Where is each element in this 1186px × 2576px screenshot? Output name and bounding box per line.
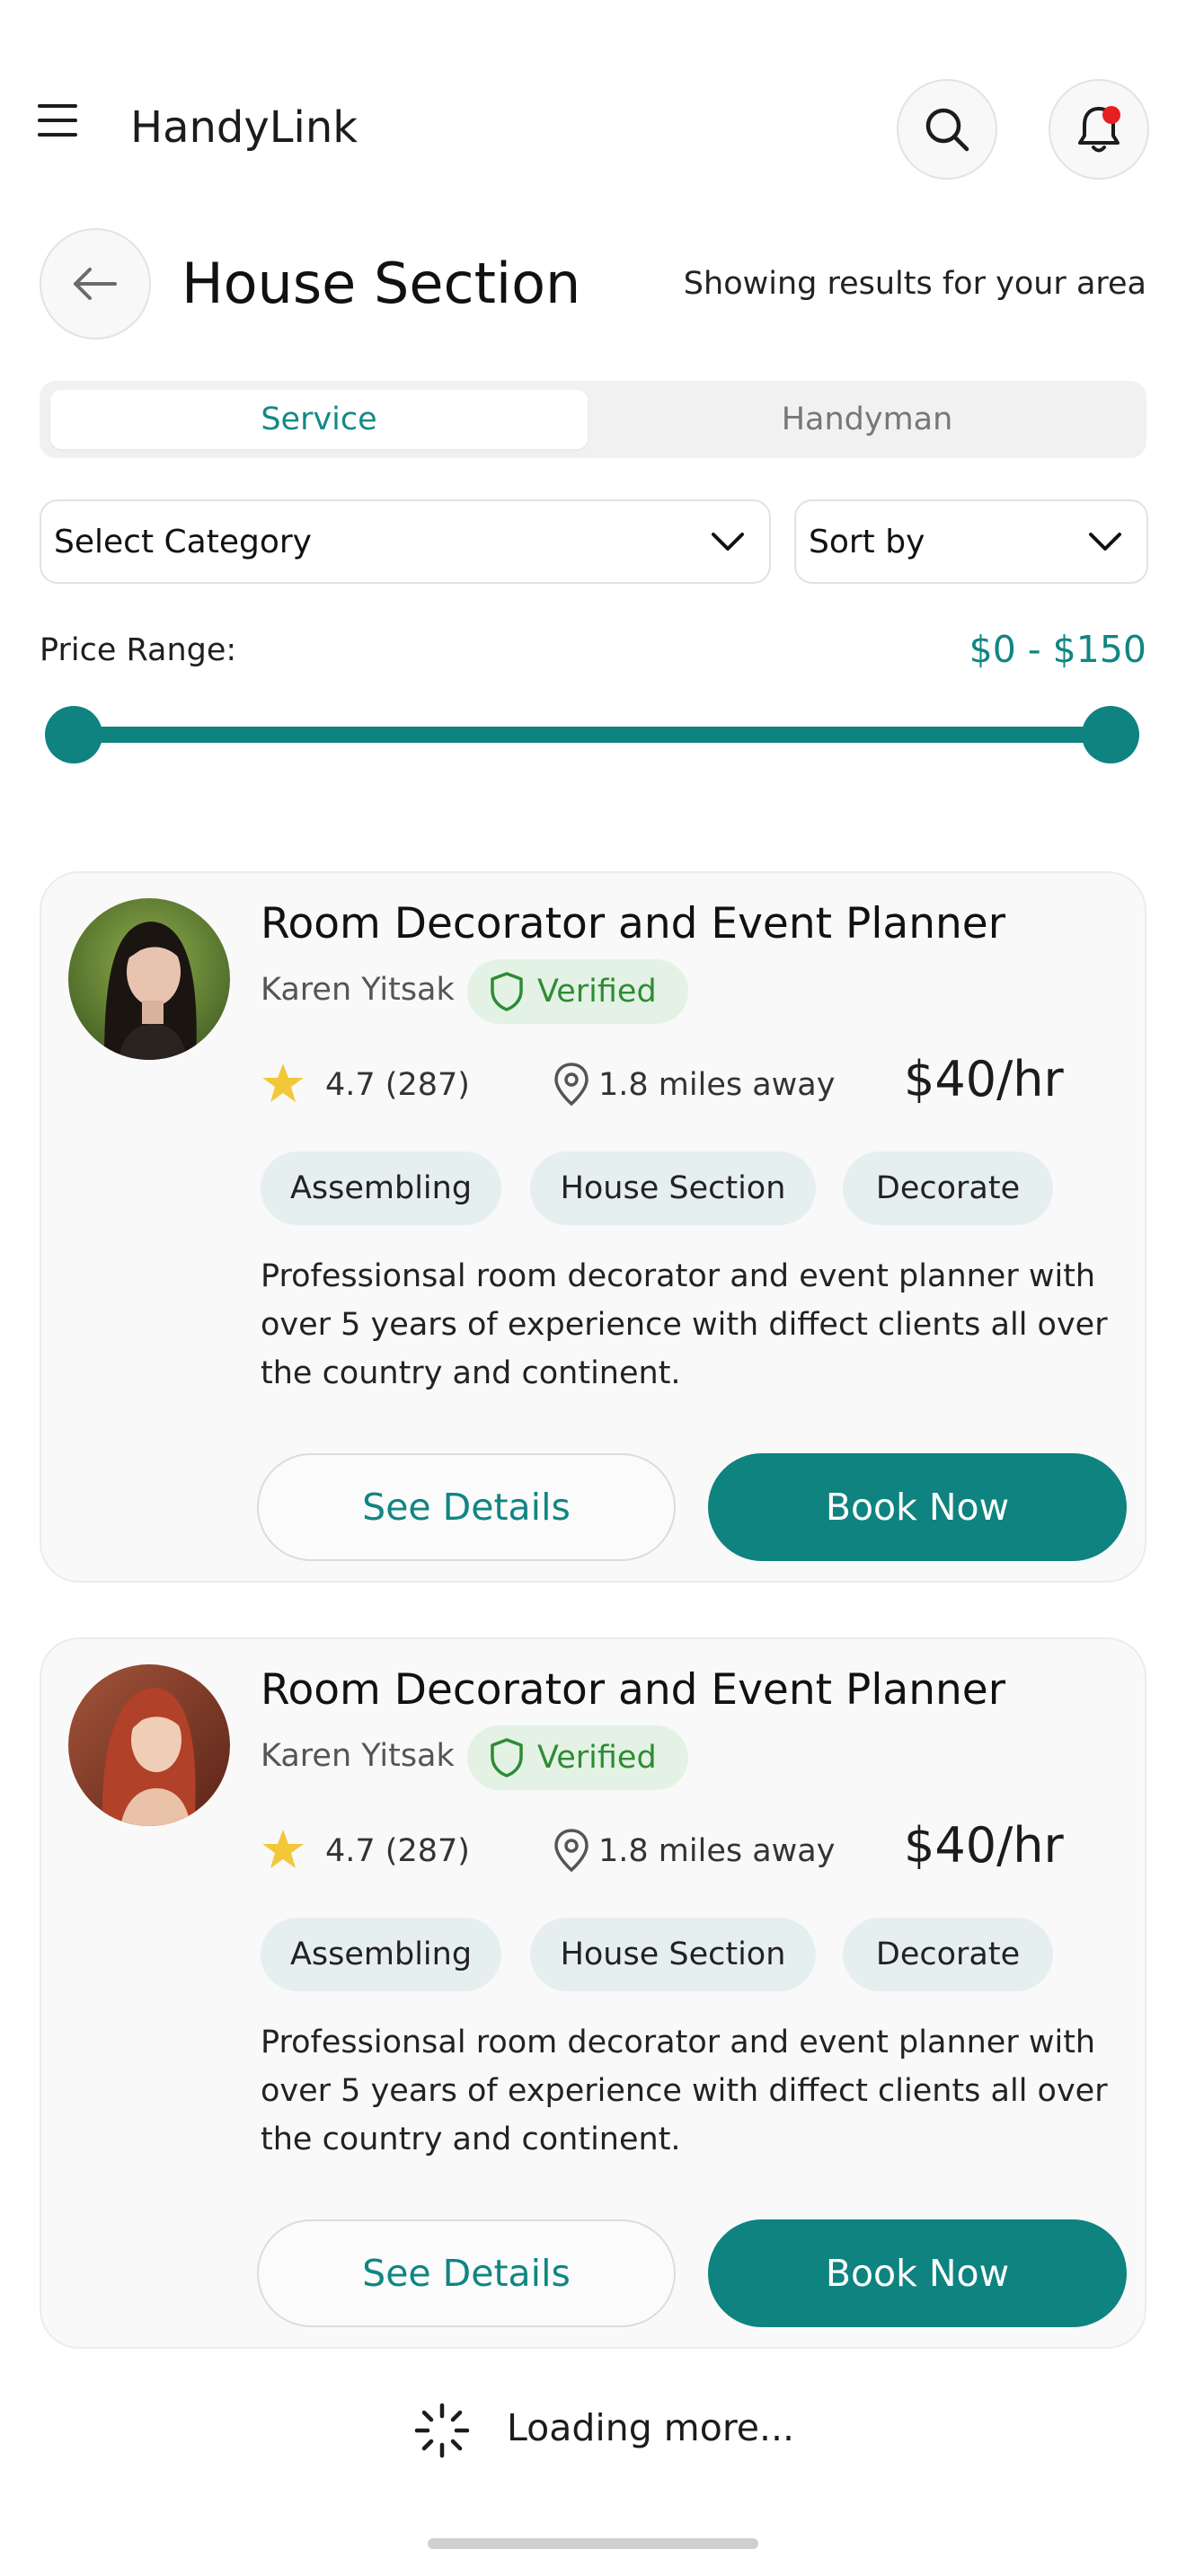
tag-chip[interactable]: Assembling: [261, 1151, 501, 1225]
location-pin-icon: [554, 1829, 589, 1873]
listing-card[interactable]: Room Decorator and Event Planner Karen Y…: [40, 1637, 1146, 2349]
search-icon: [925, 108, 969, 152]
chevron-down-icon: [1089, 533, 1121, 551]
tab-service[interactable]: Service: [50, 390, 588, 449]
price-max-handle[interactable]: [1082, 706, 1139, 763]
tag-chip[interactable]: House Section: [530, 1918, 816, 1991]
provider-name: Karen Yitsak: [261, 1738, 455, 1774]
price-min-handle[interactable]: [45, 706, 102, 763]
price-range-track[interactable]: [72, 727, 1111, 743]
loading-text: Loading more...: [507, 2406, 795, 2449]
category-select[interactable]: Select Category: [40, 499, 771, 584]
star-icon: [262, 1830, 304, 1868]
shield-icon: [491, 1738, 523, 1778]
notification-badge: [1102, 106, 1120, 124]
tag-chip[interactable]: Decorate: [843, 1151, 1053, 1225]
price-range-value: $0 - $150: [969, 628, 1146, 671]
star-icon: [262, 1063, 304, 1102]
category-select-value: Select Category: [54, 523, 312, 560]
app-title: HandyLink: [130, 102, 358, 153]
back-button[interactable]: [40, 228, 151, 340]
arrow-left-icon: [74, 268, 117, 300]
listing-title: Room Decorator and Event Planner: [261, 899, 1006, 948]
distance-text: 1.8 miles away: [598, 1067, 836, 1103]
rating-text: 4.7 (287): [325, 1833, 470, 1869]
verified-label: Verified: [537, 1740, 657, 1776]
book-now-button[interactable]: Book Now: [708, 1453, 1127, 1561]
hourly-rate: $40/hr: [904, 1817, 1064, 1874]
area-note: Showing results for your area: [683, 266, 1146, 302]
provider-name: Karen Yitsak: [261, 972, 455, 1008]
verified-badge: Verified: [467, 1725, 688, 1790]
menu-button[interactable]: [36, 101, 101, 154]
sort-select[interactable]: Sort by: [794, 499, 1148, 584]
listing-card[interactable]: Room Decorator and Event Planner Karen Y…: [40, 871, 1146, 1583]
location-pin-icon: [554, 1063, 589, 1107]
see-details-button[interactable]: See Details: [257, 1453, 676, 1561]
rating-text: 4.7 (287): [325, 1067, 470, 1103]
notification-button[interactable]: [1049, 79, 1149, 180]
listing-description: Professionsal room decorator and event p…: [261, 2025, 1108, 2157]
tag-chip[interactable]: House Section: [530, 1151, 816, 1225]
distance-text: 1.8 miles away: [598, 1833, 836, 1869]
hourly-rate: $40/hr: [904, 1051, 1064, 1107]
search-button[interactable]: [897, 79, 997, 180]
hamburger-icon: [38, 104, 77, 137]
spinner-icon: [414, 2403, 470, 2458]
avatar: [68, 898, 230, 1060]
see-details-button[interactable]: See Details: [257, 2219, 676, 2327]
shield-icon: [491, 972, 523, 1011]
tag-chip[interactable]: Decorate: [843, 1918, 1053, 1991]
home-indicator: [428, 2538, 758, 2549]
chevron-down-icon: [712, 533, 744, 551]
tag-chip[interactable]: Assembling: [261, 1918, 501, 1991]
view-toggle: Service Handyman: [40, 381, 1146, 458]
sort-select-value: Sort by: [809, 523, 925, 560]
price-range-label: Price Range:: [40, 632, 237, 668]
listing-description: Professionsal room decorator and event p…: [261, 1258, 1108, 1391]
avatar: [68, 1664, 230, 1826]
book-now-button[interactable]: Book Now: [708, 2219, 1127, 2327]
listing-title: Room Decorator and Event Planner: [261, 1665, 1006, 1715]
verified-badge: Verified: [467, 959, 688, 1024]
tab-handyman[interactable]: Handyman: [598, 390, 1136, 449]
verified-label: Verified: [537, 974, 657, 1010]
page-title: House Section: [181, 251, 581, 316]
